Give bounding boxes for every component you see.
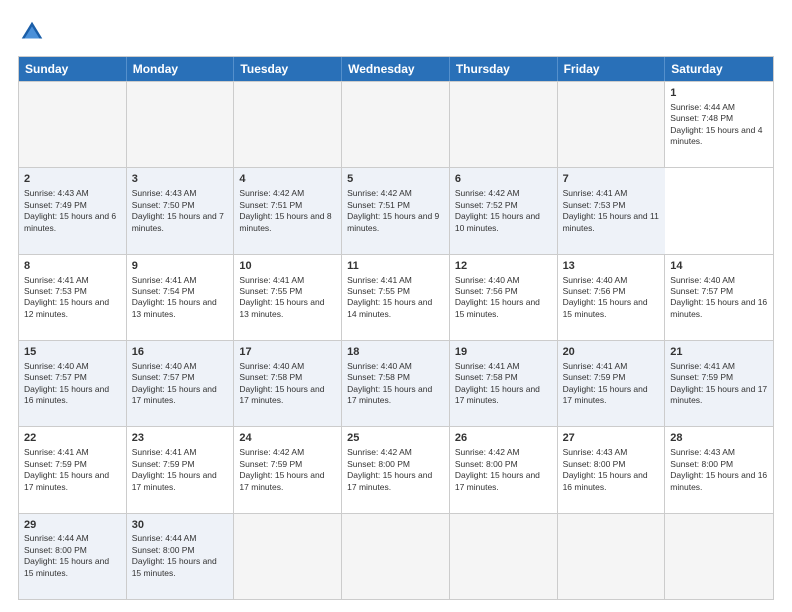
cal-cell-day-28: 28Sunrise: 4:43 AMSunset: 8:00 PMDayligh… — [665, 427, 773, 512]
calendar-body: 1Sunrise: 4:44 AMSunset: 7:48 PMDaylight… — [19, 81, 773, 599]
cal-cell-day-27: 27Sunrise: 4:43 AMSunset: 8:00 PMDayligh… — [558, 427, 666, 512]
cal-cell-day-1: 1Sunrise: 4:44 AMSunset: 7:48 PMDaylight… — [665, 82, 773, 167]
day-number: 18 — [347, 345, 444, 360]
cal-cell-empty — [234, 514, 342, 599]
day-number: 14 — [670, 259, 768, 274]
day-number: 29 — [24, 518, 121, 533]
cal-cell-empty — [450, 82, 558, 167]
calendar: SundayMondayTuesdayWednesdayThursdayFrid… — [18, 56, 774, 600]
cal-cell-day-8: 8Sunrise: 4:41 AMSunset: 7:53 PMDaylight… — [19, 255, 127, 340]
cal-cell-day-12: 12Sunrise: 4:40 AMSunset: 7:56 PMDayligh… — [450, 255, 558, 340]
cal-cell-day-10: 10Sunrise: 4:41 AMSunset: 7:55 PMDayligh… — [234, 255, 342, 340]
cal-cell-day-11: 11Sunrise: 4:41 AMSunset: 7:55 PMDayligh… — [342, 255, 450, 340]
day-number: 17 — [239, 345, 336, 360]
cal-header-monday: Monday — [127, 57, 235, 81]
day-number: 5 — [347, 172, 444, 187]
day-number: 12 — [455, 259, 552, 274]
cal-cell-day-20: 20Sunrise: 4:41 AMSunset: 7:59 PMDayligh… — [558, 341, 666, 426]
day-number: 6 — [455, 172, 552, 187]
day-number: 27 — [563, 431, 660, 446]
day-number: 3 — [132, 172, 229, 187]
day-number: 26 — [455, 431, 552, 446]
cal-cell-empty — [450, 514, 558, 599]
cal-cell-empty — [234, 82, 342, 167]
cal-cell-empty — [342, 514, 450, 599]
cal-cell-day-16: 16Sunrise: 4:40 AMSunset: 7:57 PMDayligh… — [127, 341, 235, 426]
day-number: 1 — [670, 86, 768, 101]
cal-cell-day-21: 21Sunrise: 4:41 AMSunset: 7:59 PMDayligh… — [665, 341, 773, 426]
cal-cell-day-5: 5Sunrise: 4:42 AMSunset: 7:51 PMDaylight… — [342, 168, 450, 253]
cal-cell-empty — [19, 82, 127, 167]
day-number: 9 — [132, 259, 229, 274]
calendar-week-3: 8Sunrise: 4:41 AMSunset: 7:53 PMDaylight… — [19, 254, 773, 340]
calendar-week-1: 1Sunrise: 4:44 AMSunset: 7:48 PMDaylight… — [19, 81, 773, 167]
day-number: 13 — [563, 259, 660, 274]
day-number: 7 — [563, 172, 661, 187]
day-number: 15 — [24, 345, 121, 360]
cal-header-friday: Friday — [558, 57, 666, 81]
cal-header-tuesday: Tuesday — [234, 57, 342, 81]
day-number: 23 — [132, 431, 229, 446]
cal-cell-day-30: 30Sunrise: 4:44 AMSunset: 8:00 PMDayligh… — [127, 514, 235, 599]
day-number: 19 — [455, 345, 552, 360]
calendar-header: SundayMondayTuesdayWednesdayThursdayFrid… — [19, 57, 773, 81]
cal-cell-day-15: 15Sunrise: 4:40 AMSunset: 7:57 PMDayligh… — [19, 341, 127, 426]
cal-cell-day-22: 22Sunrise: 4:41 AMSunset: 7:59 PMDayligh… — [19, 427, 127, 512]
cal-cell-day-3: 3Sunrise: 4:43 AMSunset: 7:50 PMDaylight… — [127, 168, 235, 253]
day-number: 30 — [132, 518, 229, 533]
day-number: 10 — [239, 259, 336, 274]
cal-cell-day-2: 2Sunrise: 4:43 AMSunset: 7:49 PMDaylight… — [19, 168, 127, 253]
day-number: 4 — [239, 172, 336, 187]
day-number: 11 — [347, 259, 444, 274]
cal-cell-day-25: 25Sunrise: 4:42 AMSunset: 8:00 PMDayligh… — [342, 427, 450, 512]
logo — [18, 18, 50, 46]
cal-cell-day-23: 23Sunrise: 4:41 AMSunset: 7:59 PMDayligh… — [127, 427, 235, 512]
cal-cell-empty — [558, 514, 666, 599]
page: SundayMondayTuesdayWednesdayThursdayFrid… — [0, 0, 792, 612]
cal-cell-day-14: 14Sunrise: 4:40 AMSunset: 7:57 PMDayligh… — [665, 255, 773, 340]
cal-cell-day-29: 29Sunrise: 4:44 AMSunset: 8:00 PMDayligh… — [19, 514, 127, 599]
day-number: 25 — [347, 431, 444, 446]
cal-header-saturday: Saturday — [665, 57, 773, 81]
calendar-week-4: 15Sunrise: 4:40 AMSunset: 7:57 PMDayligh… — [19, 340, 773, 426]
header — [18, 18, 774, 46]
cal-cell-day-19: 19Sunrise: 4:41 AMSunset: 7:58 PMDayligh… — [450, 341, 558, 426]
logo-icon — [18, 18, 46, 46]
cal-cell-day-9: 9Sunrise: 4:41 AMSunset: 7:54 PMDaylight… — [127, 255, 235, 340]
calendar-week-5: 22Sunrise: 4:41 AMSunset: 7:59 PMDayligh… — [19, 426, 773, 512]
day-number: 2 — [24, 172, 121, 187]
cal-cell-empty — [342, 82, 450, 167]
cal-cell-empty — [127, 82, 235, 167]
day-number: 22 — [24, 431, 121, 446]
cal-cell-day-26: 26Sunrise: 4:42 AMSunset: 8:00 PMDayligh… — [450, 427, 558, 512]
cal-cell-empty — [665, 514, 773, 599]
day-number: 21 — [670, 345, 768, 360]
cal-cell-day-7: 7Sunrise: 4:41 AMSunset: 7:53 PMDaylight… — [558, 168, 666, 253]
day-number: 20 — [563, 345, 660, 360]
day-number: 16 — [132, 345, 229, 360]
calendar-week-2: 2Sunrise: 4:43 AMSunset: 7:49 PMDaylight… — [19, 167, 773, 253]
day-number: 28 — [670, 431, 768, 446]
cal-header-sunday: Sunday — [19, 57, 127, 81]
cal-cell-day-17: 17Sunrise: 4:40 AMSunset: 7:58 PMDayligh… — [234, 341, 342, 426]
day-number: 8 — [24, 259, 121, 274]
cal-header-wednesday: Wednesday — [342, 57, 450, 81]
cal-cell-day-4: 4Sunrise: 4:42 AMSunset: 7:51 PMDaylight… — [234, 168, 342, 253]
cal-cell-day-18: 18Sunrise: 4:40 AMSunset: 7:58 PMDayligh… — [342, 341, 450, 426]
cal-cell-day-13: 13Sunrise: 4:40 AMSunset: 7:56 PMDayligh… — [558, 255, 666, 340]
day-number: 24 — [239, 431, 336, 446]
cal-cell-empty — [558, 82, 666, 167]
cal-cell-day-6: 6Sunrise: 4:42 AMSunset: 7:52 PMDaylight… — [450, 168, 558, 253]
cal-header-thursday: Thursday — [450, 57, 558, 81]
cal-cell-day-24: 24Sunrise: 4:42 AMSunset: 7:59 PMDayligh… — [234, 427, 342, 512]
calendar-week-6: 29Sunrise: 4:44 AMSunset: 8:00 PMDayligh… — [19, 513, 773, 599]
